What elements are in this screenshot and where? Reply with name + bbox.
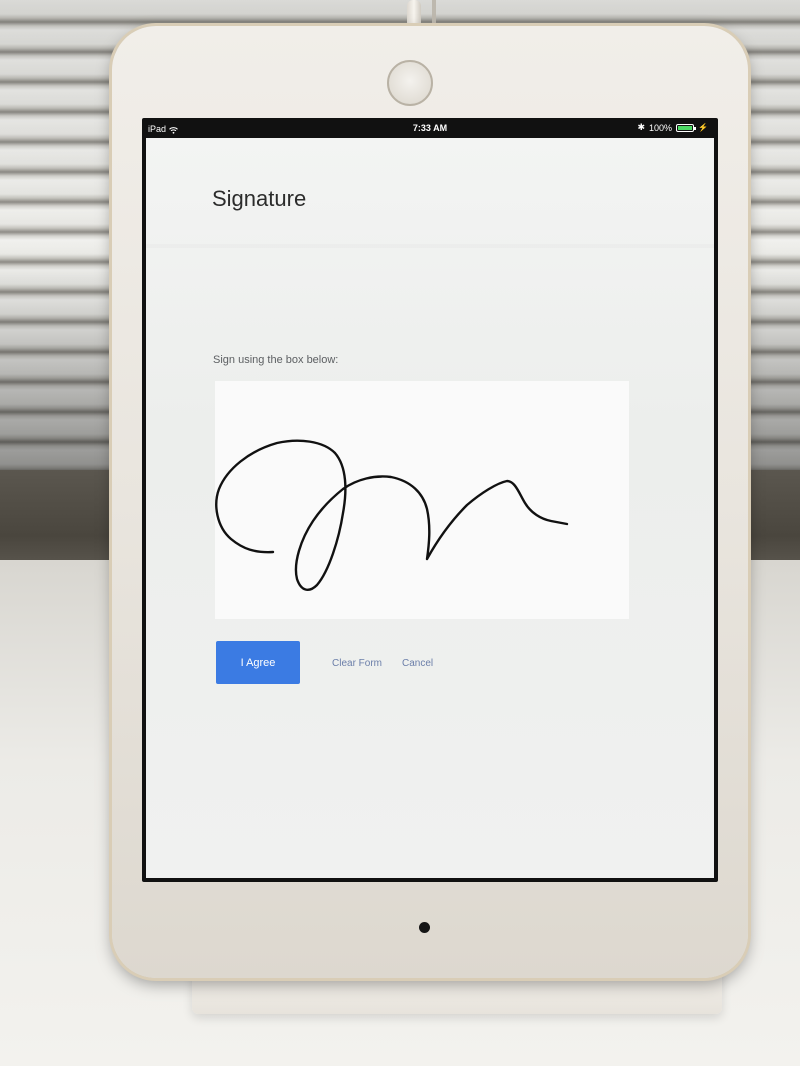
signature-pad[interactable]	[215, 381, 629, 619]
agree-button[interactable]: I Agree	[216, 641, 300, 684]
clear-form-button[interactable]: Clear Form	[332, 658, 382, 669]
header-divider	[146, 244, 714, 248]
screen: iPad 7:33 AM ✱ 100% ⚡ Signature Sign usi…	[142, 118, 718, 882]
status-bar: iPad 7:33 AM ✱ 100% ⚡	[142, 118, 718, 138]
clock: 7:33 AM	[412, 123, 448, 133]
camera-icon	[419, 922, 430, 933]
page-title: Signature	[212, 186, 307, 211]
signature-stroke	[215, 439, 569, 591]
battery-icon	[676, 123, 697, 132]
app-content: Signature Sign using the box below: I Ag…	[146, 138, 714, 878]
bluetooth-icon: ✱	[637, 122, 645, 132]
top-button	[387, 60, 433, 106]
instruction-text: Sign using the box below:	[213, 354, 339, 366]
ipad-device: iPad 7:33 AM ✱ 100% ⚡ Signature Sign usi…	[112, 26, 748, 978]
status-right: ✱ 100% ⚡	[637, 122, 708, 133]
cancel-button[interactable]: Cancel	[402, 658, 433, 669]
battery-level	[678, 125, 693, 130]
charging-icon: ⚡	[698, 123, 708, 132]
battery-percent: 100%	[649, 122, 673, 133]
battery-tip	[694, 126, 697, 130]
